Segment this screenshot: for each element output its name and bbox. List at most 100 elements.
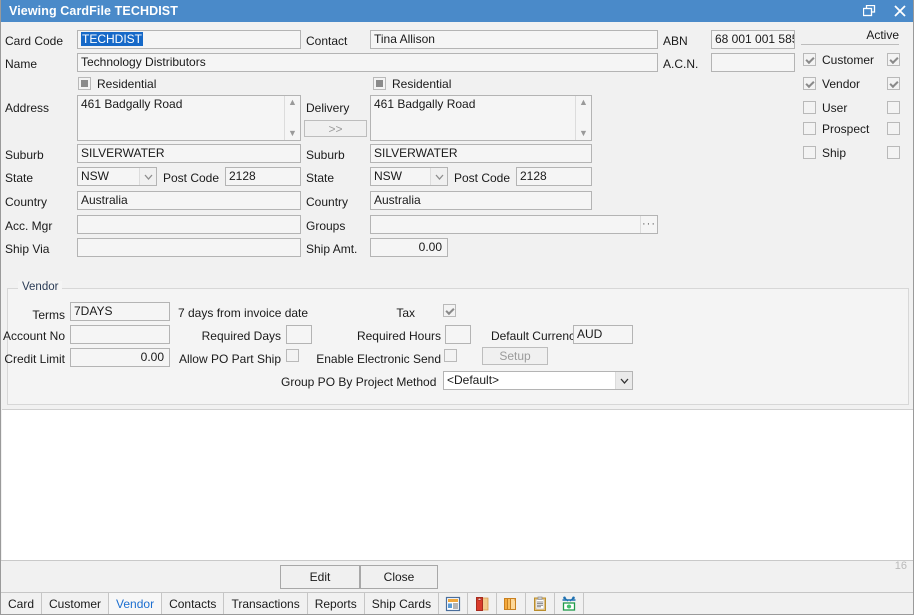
delivery-state-label: State (306, 171, 334, 185)
close-icon[interactable] (885, 0, 914, 22)
billing-residential-label: Residential (97, 77, 156, 91)
detail-content-pane (2, 409, 913, 560)
role-label-user: User (822, 101, 847, 115)
acc-mgr-label: Acc. Mgr (5, 219, 52, 233)
required-hours-input[interactable] (445, 325, 471, 344)
active-checkbox-vendor[interactable] (887, 77, 900, 90)
enable-electronic-send-checkbox[interactable] (444, 349, 457, 362)
delivery-country-label: Country (306, 195, 348, 209)
restore-window-icon[interactable] (855, 0, 885, 22)
billing-suburb-input[interactable]: SILVERWATER (77, 144, 301, 163)
active-checkbox-prospect[interactable] (887, 122, 900, 135)
delivery-address-scrollbar[interactable]: ▲ ▼ (575, 96, 591, 140)
orange-documents-icon[interactable] (497, 593, 526, 614)
active-checkbox-customer[interactable] (887, 53, 900, 66)
contact-input[interactable]: Tina Allison (370, 30, 658, 49)
delivery-country-input[interactable]: Australia (370, 191, 592, 210)
window-titlebar: Viewing CardFile TECHDIST (1, 0, 914, 22)
enable-electronic-send-label: Enable Electronic Send (301, 352, 441, 366)
vendor-group-title: Vendor (18, 281, 62, 293)
ship-amt-input[interactable]: 0.00 (370, 238, 448, 257)
chevron-down-icon[interactable] (139, 168, 156, 185)
billing-state-combo[interactable]: NSW (77, 167, 157, 186)
credit-limit-label: Credit Limit (1, 352, 65, 366)
footer-separator-top (1, 560, 914, 561)
address-label: Address (5, 101, 49, 115)
red-binder-icon[interactable] (468, 593, 497, 614)
scroll-up-icon[interactable]: ▲ (288, 98, 297, 107)
clipboard-icon[interactable] (526, 593, 555, 614)
tab-customer[interactable]: Customer (42, 593, 109, 614)
bottom-tabbar: Card Customer Vendor Contacts Transactio… (1, 592, 914, 614)
billing-address-textarea[interactable]: 461 Badgally Road ▲ ▼ (77, 95, 301, 141)
ship-via-input[interactable] (77, 238, 301, 257)
chevron-down-icon[interactable] (430, 168, 447, 185)
tab-reports[interactable]: Reports (308, 593, 365, 614)
delivery-postcode-input[interactable]: 2128 (516, 167, 592, 186)
role-checkbox-vendor[interactable] (803, 77, 816, 90)
billing-country-label: Country (5, 195, 47, 209)
billing-suburb-label: Suburb (5, 148, 44, 162)
delivery-state-value: NSW (374, 169, 402, 183)
role-checkbox-ship[interactable] (803, 146, 816, 159)
default-currency-input[interactable]: AUD (573, 325, 633, 344)
allow-po-part-ship-checkbox[interactable] (286, 349, 299, 362)
tab-transactions[interactable]: Transactions (224, 593, 307, 614)
delivery-residential-checkbox[interactable] (373, 77, 386, 90)
close-button[interactable]: Close (360, 565, 438, 589)
terms-description: 7 days from invoice date (178, 306, 308, 320)
required-days-label: Required Days (181, 329, 281, 343)
groups-input[interactable]: ··· (370, 215, 658, 234)
active-checkbox-ship[interactable] (887, 146, 900, 159)
active-checkbox-user[interactable] (887, 101, 900, 114)
delivery-state-combo[interactable]: NSW (370, 167, 448, 186)
scroll-down-icon[interactable]: ▼ (579, 129, 588, 138)
tabbar-filler (584, 593, 914, 614)
billing-address-scrollbar[interactable]: ▲ ▼ (284, 96, 300, 140)
delivery-address-textarea[interactable]: 461 Badgally Road ▲ ▼ (370, 95, 592, 141)
scroll-down-icon[interactable]: ▼ (288, 129, 297, 138)
terms-input[interactable]: 7DAYS (70, 302, 170, 321)
delivery-address-value: 461 Badgally Road (374, 97, 475, 111)
role-checkbox-customer[interactable] (803, 53, 816, 66)
chevron-down-icon[interactable] (615, 372, 632, 389)
role-checkbox-user[interactable] (803, 101, 816, 114)
abn-input[interactable]: 68 001 001 585 (711, 30, 795, 49)
groups-ellipsis-button[interactable]: ··· (640, 216, 657, 233)
name-input[interactable]: Technology Distributors (77, 53, 658, 72)
billing-country-input[interactable]: Australia (77, 191, 301, 210)
default-currency-label: Default Currency (471, 329, 581, 343)
role-checkbox-prospect[interactable] (803, 122, 816, 135)
credit-limit-input[interactable]: 0.00 (70, 348, 170, 367)
acc-mgr-input[interactable] (77, 215, 301, 234)
billing-residential-checkbox[interactable] (78, 77, 91, 90)
window-title: Viewing CardFile TECHDIST (9, 4, 178, 18)
group-po-combo[interactable]: <Default> (443, 371, 633, 390)
tax-checkbox[interactable] (443, 304, 456, 317)
tab-ship-cards[interactable]: Ship Cards (365, 593, 439, 614)
billing-state-label: State (5, 171, 33, 185)
tab-card[interactable]: Card (1, 593, 42, 614)
card-view-icon[interactable] (439, 593, 468, 614)
abn-label: ABN (663, 34, 688, 48)
tab-contacts[interactable]: Contacts (162, 593, 224, 614)
terms-label: Terms (1, 308, 65, 322)
tax-label: Tax (371, 306, 415, 320)
active-separator (801, 44, 899, 45)
group-po-value: <Default> (447, 373, 499, 387)
scroll-up-icon[interactable]: ▲ (579, 98, 588, 107)
setup-button[interactable]: Setup (482, 347, 548, 365)
billing-postcode-input[interactable]: 2128 (225, 167, 301, 186)
account-no-label: Account No (1, 329, 65, 343)
tab-vendor[interactable]: Vendor (109, 593, 162, 614)
edit-button[interactable]: Edit (280, 565, 360, 589)
money-transaction-icon[interactable] (555, 593, 584, 614)
acn-input[interactable] (711, 53, 795, 72)
delivery-suburb-input[interactable]: SILVERWATER (370, 144, 592, 163)
ship-via-label: Ship Via (5, 242, 49, 256)
copy-address-button[interactable]: >> (304, 120, 367, 137)
required-days-input[interactable] (286, 325, 312, 344)
record-number: 16 (895, 560, 907, 572)
account-no-input[interactable] (70, 325, 170, 344)
card-code-input[interactable]: TECHDIST (77, 30, 301, 49)
